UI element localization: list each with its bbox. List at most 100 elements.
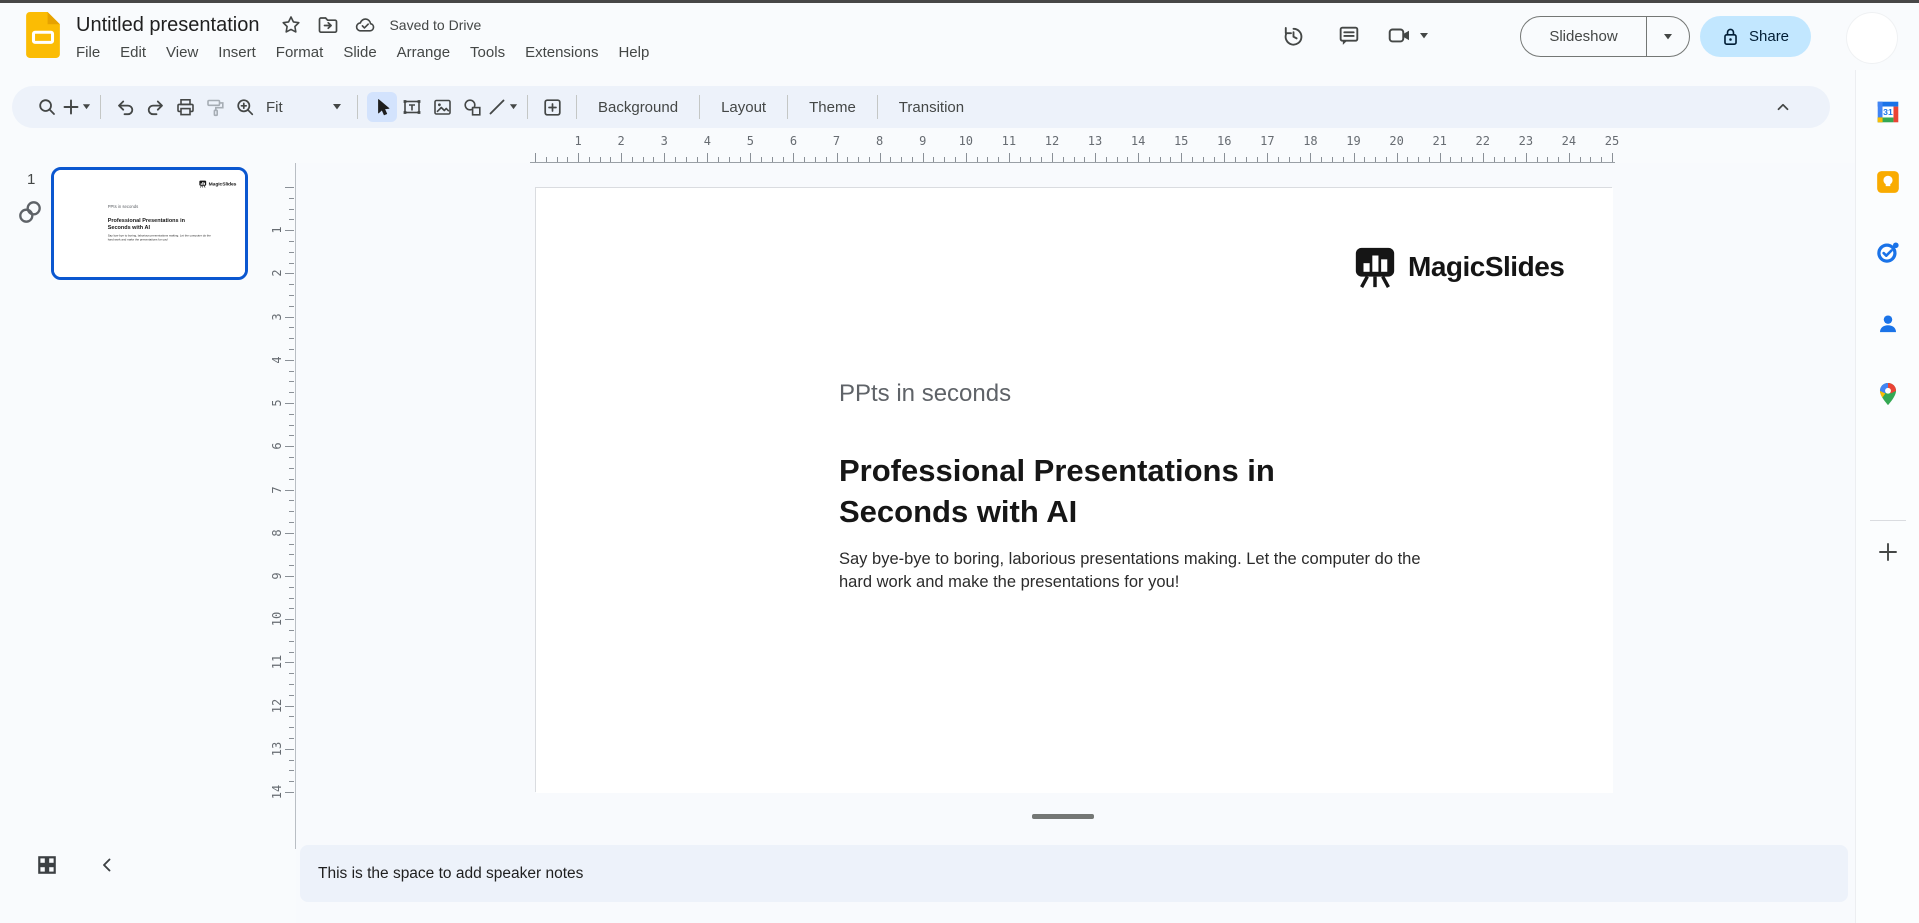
print-icon	[175, 97, 196, 118]
user-avatar[interactable]	[1847, 13, 1897, 63]
collapse-toolbar-button[interactable]	[1768, 92, 1798, 122]
chevron-down-icon	[1663, 34, 1673, 40]
slide-body-text[interactable]: Say bye-bye to boring, laborious present…	[839, 548, 1421, 594]
menu-item[interactable]: Arrange	[387, 40, 460, 65]
version-history-button[interactable]	[1271, 14, 1315, 58]
menu-item[interactable]: Insert	[208, 40, 266, 65]
join-call-control[interactable]	[1387, 23, 1429, 49]
grid-view-button[interactable]	[30, 848, 64, 882]
saved-status-label: Saved to Drive	[389, 17, 481, 33]
keep-button[interactable]	[1874, 168, 1902, 196]
menu-item[interactable]: Slide	[333, 40, 386, 65]
paint-format-icon	[205, 97, 226, 118]
vertical-ruler: 1234567891011121314	[268, 163, 296, 849]
saved-to-drive-cloud-icon[interactable]	[354, 14, 376, 36]
add-slide-icon	[62, 98, 80, 116]
maps-button[interactable]	[1874, 380, 1902, 408]
move-folder-icon[interactable]	[317, 14, 339, 36]
zoom-in-icon	[235, 97, 256, 118]
tasks-button[interactable]	[1874, 238, 1902, 266]
menu-item[interactable]: View	[156, 40, 208, 65]
paint-format-button[interactable]	[200, 92, 230, 122]
zoom-select-value: Fit	[266, 99, 283, 116]
search-menus-button[interactable]	[32, 92, 62, 122]
grid-view-icon	[36, 854, 58, 876]
redo-icon	[145, 97, 166, 118]
side-panel-rail: 31	[1855, 70, 1919, 923]
toolbar: Fit Background Layout Theme Transition	[12, 86, 1830, 128]
slide-kicker-text[interactable]: PPts in seconds	[839, 380, 1011, 408]
slide-thumbnail[interactable]: MagicSlides PPts in seconds Professional…	[51, 167, 248, 280]
slideshow-options-button[interactable]	[1647, 17, 1689, 56]
slide-number: 1	[27, 171, 35, 188]
calendar-button[interactable]: 31	[1874, 98, 1902, 126]
chevron-down-icon	[509, 104, 518, 110]
slide-title-text[interactable]: Professional Presentations in Seconds wi…	[839, 450, 1275, 532]
svg-text:31: 31	[1883, 107, 1893, 117]
zoom-in-button[interactable]	[230, 92, 260, 122]
lock-icon	[1722, 27, 1739, 46]
menu-item[interactable]: Extensions	[515, 40, 608, 65]
open-comments-button[interactable]	[1327, 14, 1371, 58]
chevron-left-icon	[99, 856, 115, 874]
slideshow-button[interactable]: Slideshow	[1521, 17, 1646, 56]
menu-bar: FileEditViewInsertFormatSlideArrangeTool…	[66, 40, 659, 65]
contacts-button[interactable]	[1874, 310, 1902, 338]
chevron-up-icon	[1774, 98, 1792, 116]
keep-icon	[1875, 169, 1901, 195]
maps-icon	[1875, 381, 1901, 407]
chevron-down-icon	[82, 104, 91, 110]
document-title[interactable]: Untitled presentation	[76, 14, 259, 37]
select-tool-button[interactable]	[367, 92, 397, 122]
menu-item[interactable]: File	[66, 40, 110, 65]
star-icon[interactable]	[280, 14, 302, 36]
insert-comment-icon	[542, 97, 563, 118]
menu-item[interactable]: Edit	[110, 40, 156, 65]
google-slides-logo[interactable]	[26, 12, 60, 58]
undo-icon	[115, 97, 136, 118]
redo-button[interactable]	[140, 92, 170, 122]
add-icon	[1876, 540, 1900, 564]
slide-canvas[interactable]: MagicSlides PPts in seconds Professional…	[535, 187, 1612, 792]
slide-body-text[interactable]: Say bye-bye to boring, laborious present…	[108, 234, 211, 242]
undo-button[interactable]	[110, 92, 140, 122]
slideshow-button-group: Slideshow	[1520, 16, 1690, 57]
print-button[interactable]	[170, 92, 200, 122]
insert-comment-button[interactable]	[537, 92, 567, 122]
chevron-down-icon	[1419, 33, 1429, 39]
magicslides-logo: MagicSlides	[199, 180, 237, 188]
menu-item[interactable]: Tools	[460, 40, 515, 65]
history-icon	[1281, 24, 1306, 49]
share-button-label: Share	[1749, 28, 1789, 45]
tasks-icon	[1875, 239, 1901, 265]
get-addons-button[interactable]	[1874, 538, 1902, 566]
collapse-filmstrip-button[interactable]	[92, 850, 122, 880]
new-slide-control[interactable]	[62, 98, 91, 116]
text-box-icon	[401, 96, 423, 118]
comment-icon	[1337, 24, 1362, 49]
speaker-notes-input[interactable]: This is the space to add speaker notes	[300, 845, 1848, 902]
video-camera-icon	[1387, 23, 1413, 49]
text-box-button[interactable]	[397, 92, 427, 122]
share-button[interactable]: Share	[1700, 16, 1811, 57]
google-slides-app: Untitled presentation Saved to Drive Fil…	[0, 0, 1919, 923]
slide-kicker-text[interactable]: PPts in seconds	[108, 204, 139, 209]
toolbar-action-button[interactable]: Background	[586, 94, 690, 121]
horizontal-scrollbar-thumb[interactable]	[1032, 814, 1094, 819]
toolbar-action-button[interactable]: Layout	[709, 94, 778, 121]
slide-title-text[interactable]: Professional Presentations in Seconds wi…	[108, 216, 185, 231]
menu-item[interactable]: Format	[266, 40, 334, 65]
insert-shape-button[interactable]	[457, 92, 487, 122]
toolbar-action-button[interactable]: Transition	[887, 94, 976, 121]
insert-shape-icon	[462, 97, 483, 118]
insert-line-control[interactable]	[487, 97, 518, 117]
chevron-down-icon	[332, 104, 342, 110]
toolbar-actions: Background Layout Theme Transition	[567, 94, 976, 121]
calendar-icon: 31	[1875, 99, 1901, 125]
toolbar-action-button[interactable]: Theme	[797, 94, 868, 121]
zoom-select[interactable]: Fit	[260, 92, 348, 122]
insert-image-button[interactable]	[427, 92, 457, 122]
search-icon	[37, 97, 57, 117]
menu-item[interactable]: Help	[608, 40, 659, 65]
select-cursor-icon	[372, 97, 392, 117]
